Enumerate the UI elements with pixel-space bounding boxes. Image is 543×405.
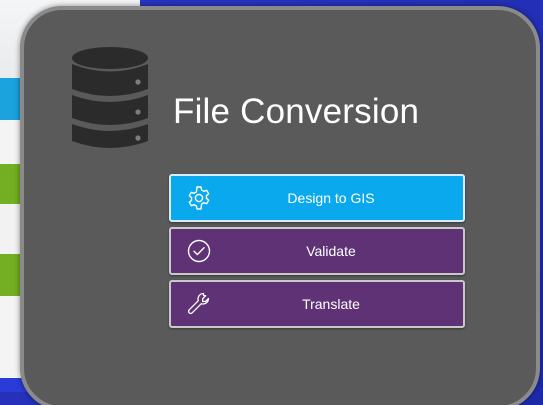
design-to-gis-button[interactable]: Design to GIS bbox=[169, 174, 465, 222]
validate-label: Validate bbox=[306, 243, 356, 259]
translate-button[interactable]: Translate bbox=[169, 280, 465, 328]
design-to-gis-label: Design to GIS bbox=[287, 190, 375, 206]
screen: File Conversion Design to GIS Validate T… bbox=[0, 0, 543, 405]
validate-button[interactable]: Validate bbox=[169, 227, 465, 275]
database-icon bbox=[72, 47, 148, 148]
translate-label: Translate bbox=[302, 296, 360, 312]
panel-title: File Conversion bbox=[173, 92, 420, 131]
